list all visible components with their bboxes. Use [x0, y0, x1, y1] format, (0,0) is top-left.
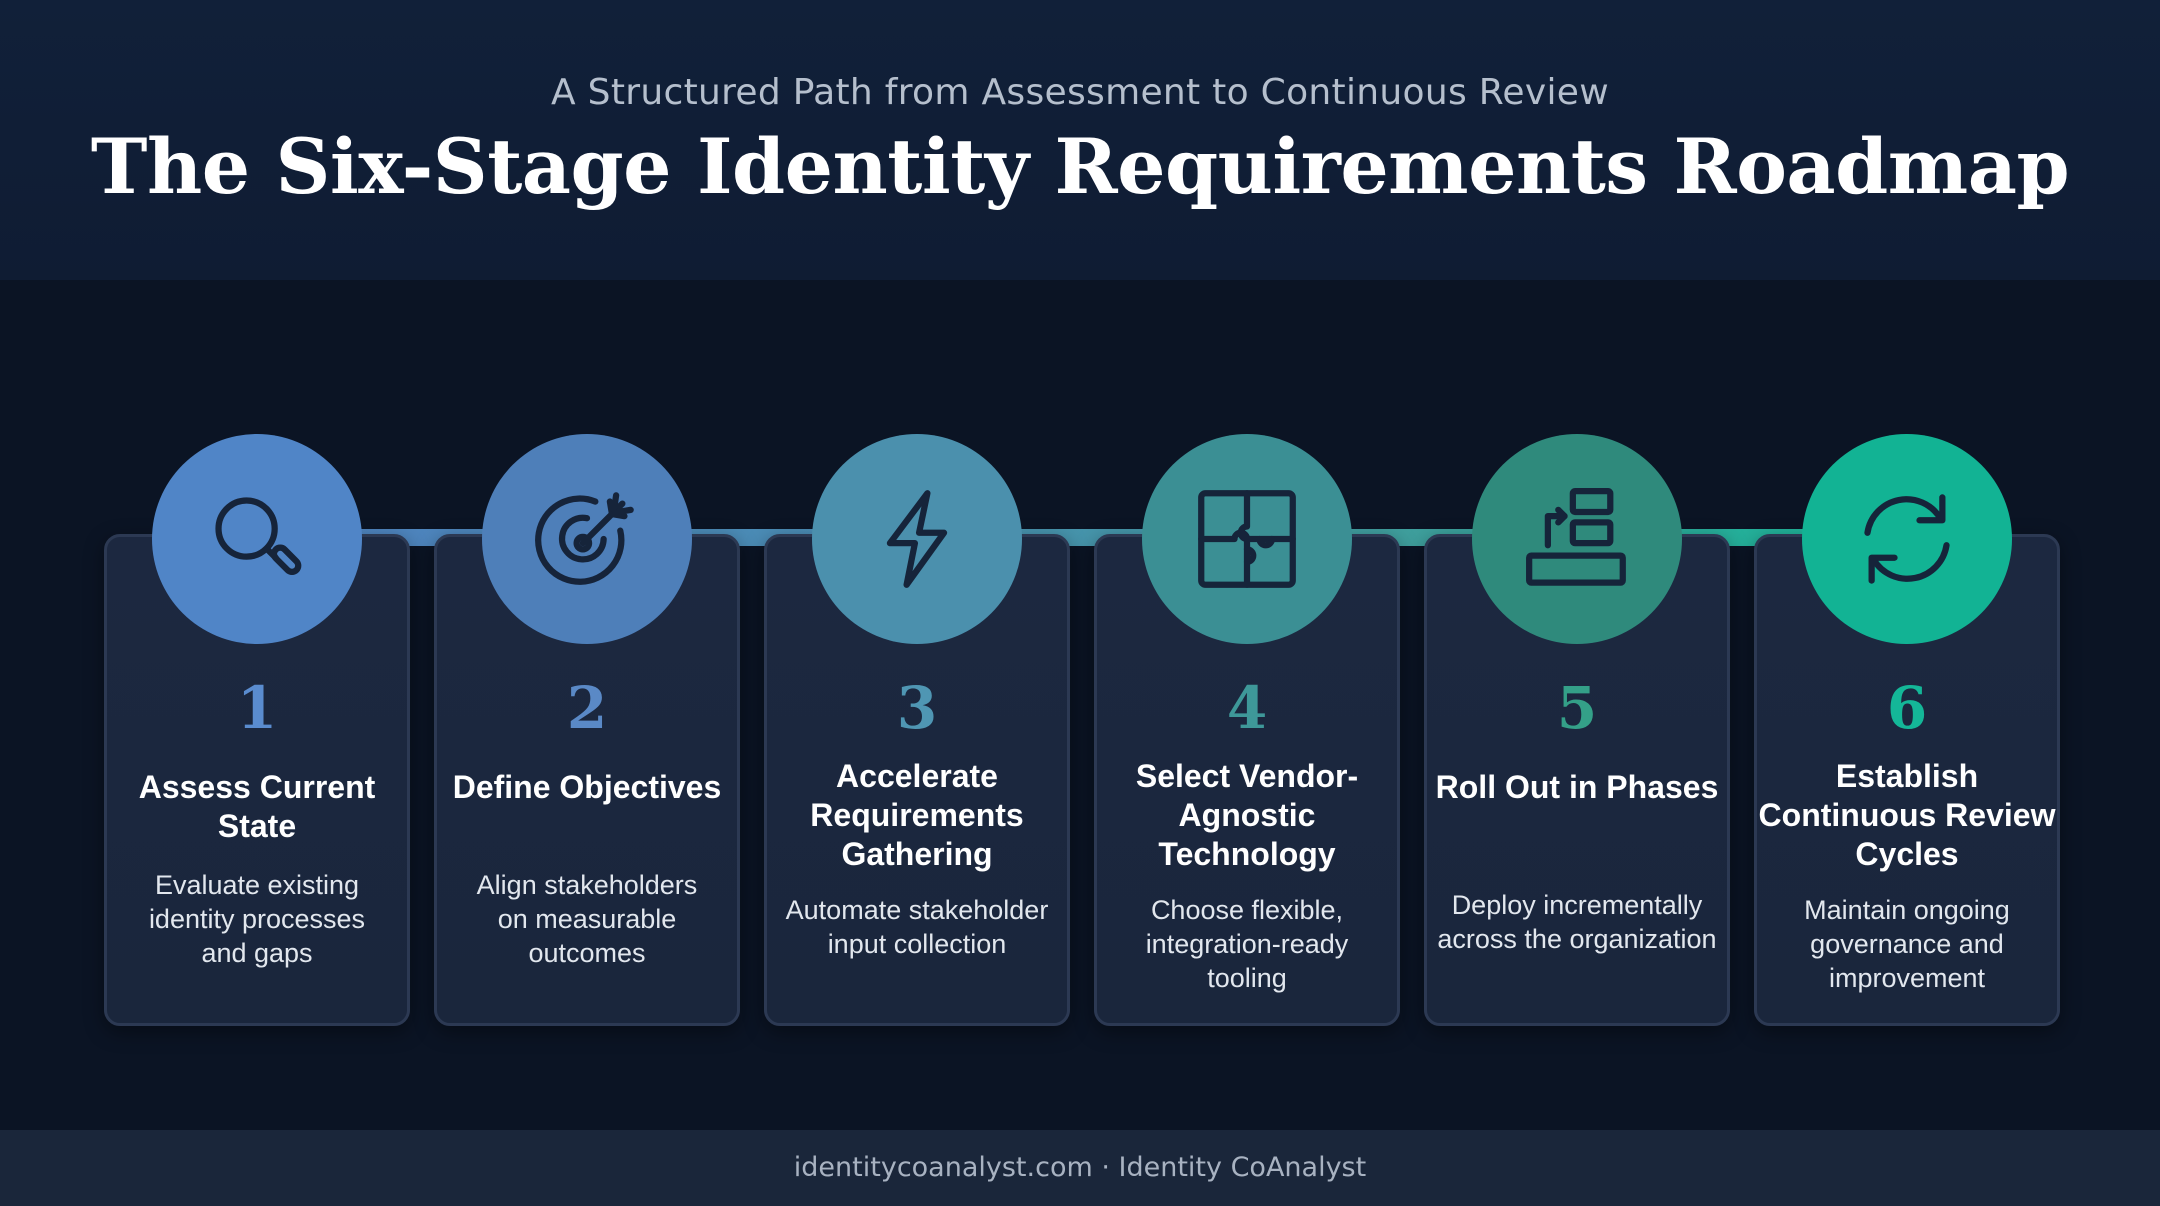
stage-icon-circle-5 — [1472, 434, 1682, 644]
stage-icon-circle-4 — [1142, 434, 1352, 644]
phased-deploy-icon — [1526, 488, 1626, 586]
stage-description-6: Maintain ongoing governance and improvem… — [1804, 895, 2010, 993]
stage-number-6: 6 — [1886, 674, 1928, 742]
stage-number-5: 5 — [1556, 674, 1598, 742]
stage-title-6: Establish Continuous Review Cycles — [1758, 758, 2056, 872]
stage-description-3: Automate stakeholder input collection — [785, 895, 1049, 959]
refresh-cycle-icon — [1864, 494, 1950, 584]
stage-icon-circle-1 — [152, 434, 362, 644]
stage-description-2: Align stakeholders on measurable outcome… — [476, 870, 698, 968]
stage-number-4: 4 — [1226, 674, 1268, 742]
stage-description-5: Deploy incrementally across the organiza… — [1437, 890, 1717, 954]
page-title: The Six-Stage Identity Requirements Road… — [90, 122, 2070, 211]
lightning-bolt-icon — [886, 490, 948, 588]
stage-title-1: Assess Current State — [138, 769, 376, 844]
stage-number-2: 2 — [566, 674, 608, 742]
stage-number-3: 3 — [896, 674, 938, 742]
target-arrow-icon — [535, 492, 634, 585]
stage-icon-circle-2 — [482, 434, 692, 644]
stage-title-5: Roll Out in Phases — [1435, 769, 1719, 805]
stage-number-1: 1 — [236, 674, 278, 742]
stage-description-1: Evaluate existing identity processes and… — [148, 870, 366, 968]
puzzle-pieces-icon — [1198, 490, 1296, 588]
stage-title-2: Define Objectives — [452, 769, 722, 805]
stage-title-3: Accelerate Requirements Gathering — [810, 758, 1024, 872]
page-subtitle: A Structured Path from Assessment to Con… — [551, 72, 1609, 113]
stage-icon-circle-3 — [812, 434, 1022, 644]
stage-description-4: Choose flexible, integration-ready tooli… — [1145, 895, 1349, 993]
stage-title-4: Select Vendor-Agnostic Technology — [1135, 758, 1359, 872]
magnifying-glass-icon — [215, 497, 302, 576]
footer-credit: identitycoanalyst.com · Identity CoAnaly… — [793, 1152, 1367, 1183]
stage-icon-circle-6 — [1802, 434, 2012, 644]
